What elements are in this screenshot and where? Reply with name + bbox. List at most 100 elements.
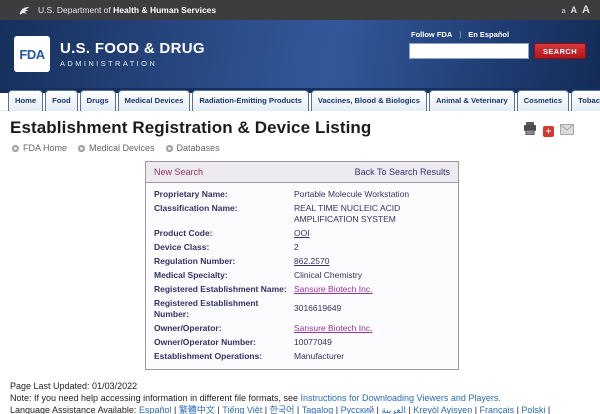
language-separator: | bbox=[545, 405, 550, 414]
fda-logo[interactable]: FDA bbox=[14, 36, 50, 72]
fda-title-line1: U.S. FOOD & DRUG bbox=[60, 40, 205, 57]
language-link-0[interactable]: Español bbox=[139, 405, 172, 414]
table-row: Registered Establishment Number:30166196… bbox=[146, 296, 458, 321]
table-row: Proprietary Name:Portable Molecule Works… bbox=[146, 187, 458, 201]
row-value: OOI bbox=[294, 228, 450, 239]
row-value: Sansure Biotech Inc. bbox=[294, 323, 450, 334]
value-product-code[interactable]: OOI bbox=[294, 228, 310, 239]
table-row: Owner/Operator Number:10077049 bbox=[146, 336, 458, 350]
hhs-dept-name[interactable]: Health & Human Services bbox=[113, 5, 216, 15]
language-link-4[interactable]: Tagalog bbox=[302, 405, 334, 414]
row-label: Medical Specialty: bbox=[154, 270, 294, 281]
row-label: Registered Establishment Name: bbox=[154, 284, 294, 295]
table-row: Classification Name:REAL TIME NUCLEIC AC… bbox=[146, 201, 458, 226]
table-row: Regulation Number:862.2570 bbox=[146, 254, 458, 268]
breadcrumb-bullet-icon bbox=[78, 145, 85, 152]
file-formats-note: Note: If you need help accessing informa… bbox=[10, 392, 590, 404]
tab-tobacco-products[interactable]: Tobacco Products bbox=[571, 90, 600, 111]
page-footer-notes: Page Last Updated: 01/03/2022 Note: If y… bbox=[0, 370, 600, 414]
en-espanol-link[interactable]: En Español bbox=[468, 30, 509, 39]
panel-header: New Search Back To Search Results bbox=[145, 161, 459, 183]
font-size-large[interactable]: A bbox=[582, 4, 590, 16]
value-owner-operator[interactable]: Sansure Biotech Inc. bbox=[294, 323, 372, 334]
value-registered-establishment-name[interactable]: Sansure Biotech Inc. bbox=[294, 284, 372, 295]
language-separator: | bbox=[472, 405, 479, 414]
value-proprietary-name: Portable Molecule Workstation bbox=[294, 189, 409, 200]
language-link-5[interactable]: Русский bbox=[341, 405, 374, 414]
hhs-dept-prefix: U.S. Department of bbox=[38, 5, 111, 15]
fda-header: FDA U.S. FOOD & DRUG ADMINISTRATION Foll… bbox=[0, 20, 600, 88]
language-link-2[interactable]: Tiếng Việt bbox=[222, 405, 262, 414]
breadcrumb-medical-devices[interactable]: Medical Devices bbox=[78, 143, 155, 153]
email-icon[interactable] bbox=[560, 122, 574, 140]
row-value: Portable Molecule Workstation bbox=[294, 189, 450, 200]
language-link-6[interactable]: العربية bbox=[381, 405, 406, 414]
row-value: Sansure Biotech Inc. bbox=[294, 284, 450, 295]
language-link-7[interactable]: Kreyòl Ayisyen bbox=[413, 405, 472, 414]
row-value: 3016619649 bbox=[294, 298, 450, 320]
breadcrumb-bullet-icon bbox=[12, 145, 19, 152]
value-device-class: 2 bbox=[294, 242, 299, 253]
back-to-search-results-link[interactable]: Back To Search Results bbox=[355, 167, 450, 177]
breadcrumb-label: Medical Devices bbox=[89, 143, 155, 153]
hhs-top-bar: U.S. Department of Health & Human Servic… bbox=[0, 0, 600, 20]
last-updated-text: Page Last Updated: 01/03/2022 bbox=[10, 380, 590, 392]
row-value: 862.2570 bbox=[294, 256, 450, 267]
breadcrumb-databases[interactable]: Databases bbox=[166, 143, 220, 153]
table-row: Device Class:2 bbox=[146, 240, 458, 254]
table-row: Registered Establishment Name:Sansure Bi… bbox=[146, 282, 458, 296]
value-owner-operator-number: 10077049 bbox=[294, 337, 332, 348]
row-label: Device Class: bbox=[154, 242, 294, 253]
header-links: Follow FDA | En Español bbox=[409, 30, 584, 39]
tab-drugs[interactable]: Drugs bbox=[80, 90, 116, 111]
language-separator: | bbox=[262, 405, 269, 414]
tab-food[interactable]: Food bbox=[45, 90, 78, 111]
font-size-medium[interactable]: A bbox=[571, 5, 578, 15]
results-panel: New Search Back To Search Results Propri… bbox=[145, 161, 459, 370]
tab-medical-devices[interactable]: Medical Devices bbox=[118, 90, 191, 111]
font-size-small[interactable]: a bbox=[562, 8, 566, 15]
tab-vaccines-blood-biologics[interactable]: Vaccines, Blood & Biologics bbox=[311, 90, 427, 111]
follow-fda-link[interactable]: Follow FDA bbox=[411, 30, 452, 39]
header-link-divider: | bbox=[459, 30, 461, 39]
value-regulation-number[interactable]: 862.2570 bbox=[294, 256, 329, 267]
breadcrumb-fda-home[interactable]: FDA Home bbox=[12, 143, 67, 153]
share-icon[interactable]: + bbox=[543, 126, 554, 137]
fda-title-line2: ADMINISTRATION bbox=[60, 59, 205, 68]
value-establishment-operations: Manufacturer bbox=[294, 351, 344, 362]
table-row: Product Code:OOI bbox=[146, 226, 458, 240]
title-row: Establishment Registration & Device List… bbox=[0, 111, 600, 140]
tab-animal-veterinary[interactable]: Animal & Veterinary bbox=[429, 90, 515, 111]
search-input[interactable] bbox=[409, 43, 529, 59]
note-prefix: Note: If you need help accessing informa… bbox=[10, 393, 301, 403]
nav-tabs: HomeFoodDrugsMedical DevicesRadiation-Em… bbox=[0, 88, 600, 111]
tab-cosmetics[interactable]: Cosmetics bbox=[517, 90, 569, 111]
search-button[interactable]: SEARCH bbox=[534, 43, 586, 59]
language-separator: | bbox=[333, 405, 340, 414]
row-label: Product Code: bbox=[154, 228, 294, 239]
language-link-9[interactable]: Polski bbox=[521, 405, 545, 414]
language-assistance-line: Language Assistance Available: Español |… bbox=[10, 404, 590, 414]
breadcrumb: FDA Home Medical Devices Databases bbox=[0, 140, 600, 153]
printer-icon[interactable] bbox=[523, 122, 537, 140]
tab-radiation-emitting-products[interactable]: Radiation-Emitting Products bbox=[192, 90, 309, 111]
new-search-link[interactable]: New Search bbox=[154, 167, 203, 177]
title-icons: + bbox=[523, 122, 574, 140]
viewers-players-link[interactable]: Instructions for Downloading Viewers and… bbox=[301, 393, 501, 403]
language-link-1[interactable]: 繁體中文 bbox=[179, 405, 215, 414]
language-separator: | bbox=[294, 405, 301, 414]
table-row: Owner/Operator:Sansure Biotech Inc. bbox=[146, 321, 458, 335]
hhs-eagle-icon bbox=[18, 4, 31, 17]
fda-wordmark: U.S. FOOD & DRUG ADMINISTRATION bbox=[60, 40, 205, 68]
row-value: Clinical Chemistry bbox=[294, 270, 450, 281]
font-size-controls: a A A bbox=[562, 4, 590, 16]
row-label: Proprietary Name: bbox=[154, 189, 294, 200]
tab-home[interactable]: Home bbox=[8, 90, 43, 111]
row-label: Establishment Operations: bbox=[154, 351, 294, 362]
breadcrumb-label: FDA Home bbox=[23, 143, 67, 153]
table-row: Medical Specialty:Clinical Chemistry bbox=[146, 268, 458, 282]
language-link-8[interactable]: Français bbox=[480, 405, 515, 414]
header-utilities: Follow FDA | En Español SEARCH bbox=[409, 30, 584, 59]
table-row: Establishment Operations:Manufacturer bbox=[146, 350, 458, 364]
language-link-3[interactable]: 한국어 bbox=[270, 405, 295, 414]
